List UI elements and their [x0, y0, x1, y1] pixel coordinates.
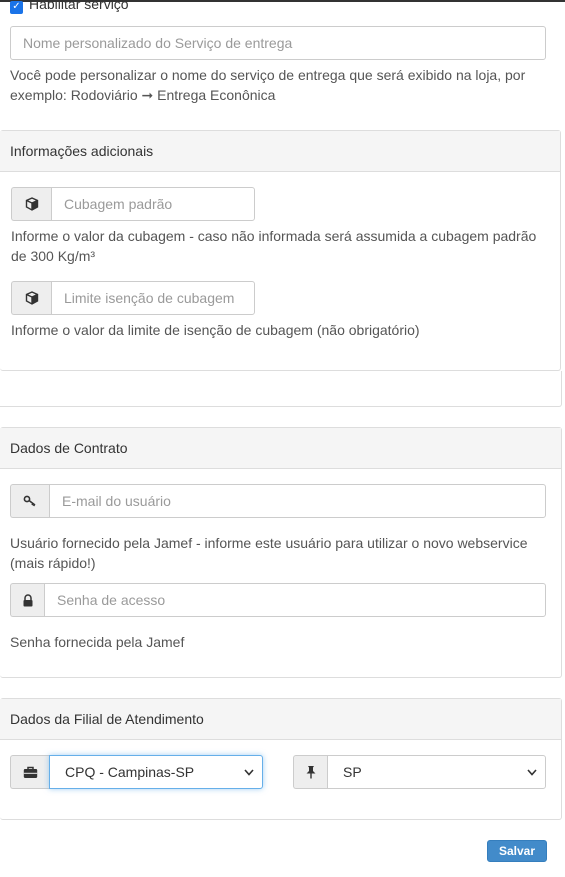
email-input[interactable]: E-mail do usuário [49, 484, 546, 518]
enable-service-row[interactable]: ✓ Habilitar serviço [10, 0, 129, 14]
branch-title: Dados da Filial de Atendimento [10, 711, 204, 727]
lock-icon [10, 583, 44, 617]
cubage-input[interactable]: Cubagem padrão [51, 187, 255, 221]
save-button-label: Salvar [498, 844, 536, 858]
exemption-input[interactable]: Limite isenção de cubagem [51, 281, 255, 315]
additional-info-heading: Informações adicionais [0, 131, 560, 172]
cubage-placeholder: Cubagem padrão [64, 196, 173, 212]
briefcase-icon [10, 755, 49, 789]
contract-title: Dados de Contrato [10, 440, 128, 456]
cube-icon [11, 281, 51, 315]
password-input-group: Senha de acesso [10, 583, 546, 617]
state-selected-value: SP [343, 764, 362, 780]
password-input[interactable]: Senha de acesso [44, 583, 546, 617]
branch-select[interactable]: CPQ - Campinas-SP [49, 755, 263, 789]
service-name-placeholder: Nome personalizado do Serviço de entrega [23, 35, 293, 51]
state-select[interactable]: SP [327, 755, 546, 789]
branch-select-group: CPQ - Campinas-SP [10, 755, 263, 789]
cubage-help: Informe o valor da cubagem - caso não in… [11, 228, 537, 264]
exemption-input-group: Limite isenção de cubagem [11, 281, 255, 315]
branch-selected-value: CPQ - Campinas-SP [65, 764, 195, 780]
branch-heading: Dados da Filial de Atendimento [0, 699, 561, 740]
save-button[interactable]: Salvar [487, 840, 547, 862]
service-name-help: Você pode personalizar o nome do serviço… [10, 67, 526, 103]
email-placeholder: E-mail do usuário [62, 493, 171, 509]
service-name-input[interactable]: Nome personalizado do Serviço de entrega [10, 26, 546, 60]
cube-icon [11, 187, 51, 221]
email-input-group: E-mail do usuário [10, 484, 546, 518]
state-select-group: SP [293, 755, 546, 789]
chevron-down-icon [244, 768, 254, 776]
enable-service-label: Habilitar serviço [29, 0, 129, 12]
contract-heading: Dados de Contrato [0, 428, 561, 469]
password-placeholder: Senha de acesso [57, 592, 166, 608]
key-icon [10, 484, 49, 518]
chevron-down-icon [527, 768, 537, 776]
exemption-placeholder: Limite isenção de cubagem [64, 290, 235, 306]
cubage-input-group: Cubagem padrão [11, 187, 255, 221]
outer-panel-bottom [0, 371, 562, 407]
pin-icon [293, 755, 327, 789]
enable-service-checkbox[interactable]: ✓ [10, 0, 23, 14]
exemption-help: Informe o valor da limite de isenção de … [11, 322, 420, 338]
password-help: Senha fornecida pela Jamef [10, 634, 185, 650]
check-icon: ✓ [12, 1, 21, 12]
additional-info-title: Informações adicionais [10, 143, 154, 159]
email-help: Usuário fornecido pela Jamef - informe e… [10, 535, 528, 571]
